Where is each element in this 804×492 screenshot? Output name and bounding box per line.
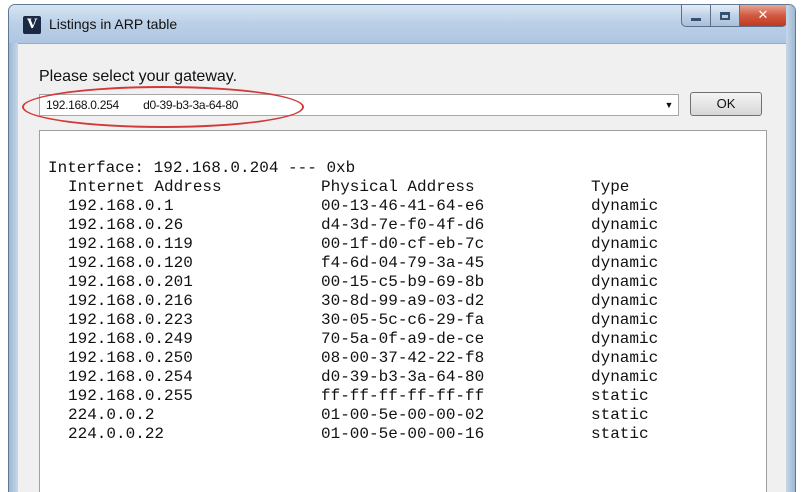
maximize-button[interactable] [710, 5, 739, 27]
app-icon: V [23, 16, 41, 34]
arp-mac: 00-1f-d0-cf-eb-7c [321, 235, 485, 253]
arp-output-box[interactable]: Interface: 192.168.0.204 --- 0xb Interne… [39, 130, 767, 492]
arp-header-row: Internet Address Physical Address Type [48, 178, 711, 197]
arp-row: 192.168.0.249 70-5a-0f-a9-de-ce dynamic [48, 330, 711, 349]
window-title: Listings in ARP table [49, 16, 178, 32]
arp-type: dynamic [591, 292, 659, 310]
gateway-select-value: 192.168.0.254 d0-39-b3-3a-64-80 [46, 98, 239, 112]
arp-mac: 30-8d-99-a9-03-d2 [321, 292, 485, 310]
arp-mac: d4-3d-7e-f0-4f-d6 [321, 216, 485, 234]
arp-row: 192.168.0.216 30-8d-99-a9-03-d2 dynamic [48, 292, 711, 311]
gateway-select[interactable]: 192.168.0.254 d0-39-b3-3a-64-80 ▼ [39, 94, 679, 116]
arp-mac: 00-15-c5-b9-69-8b [321, 273, 485, 291]
minimize-button[interactable] [681, 5, 710, 27]
dialog-client-area: Please select your gateway. 192.168.0.25… [18, 43, 788, 492]
arp-ip: 192.168.0.216 [68, 292, 193, 310]
caption-buttons: ✕ [681, 5, 787, 27]
arp-row: 192.168.0.223 30-05-5c-c6-29-fa dynamic [48, 311, 711, 330]
title-bar[interactable]: V Listings in ARP table ✕ [9, 5, 795, 43]
arp-type: dynamic [591, 311, 659, 329]
minimize-icon [691, 18, 701, 21]
arp-type: dynamic [591, 330, 659, 348]
arp-row: 192.168.0.201 00-15-c5-b9-69-8b dynamic [48, 273, 711, 292]
arp-ip: 192.168.0.249 [68, 330, 193, 348]
header-internet-address: Internet Address [68, 178, 222, 196]
close-icon: ✕ [757, 8, 769, 23]
arp-mac: d0-39-b3-3a-64-80 [321, 368, 485, 386]
arp-ip: 192.168.0.223 [68, 311, 193, 329]
arp-row: 224.0.0.2 01-00-5e-00-00-02 static [48, 406, 711, 425]
screenshot-frame: V Listings in ARP table ✕ Please select … [0, 0, 804, 492]
arp-type: dynamic [591, 216, 659, 234]
arp-row: 192.168.0.254 d0-39-b3-3a-64-80 dynamic [48, 368, 711, 387]
arp-ip: 224.0.0.22 [68, 425, 165, 443]
arp-row: 192.168.0.120 f4-6d-04-79-3a-45 dynamic [48, 254, 711, 273]
arp-ip: 192.168.0.119 [68, 235, 193, 253]
header-physical-address: Physical Address [321, 178, 475, 196]
arp-mac: 00-13-46-41-64-e6 [321, 197, 485, 215]
arp-listing-window: V Listings in ARP table ✕ Please select … [8, 4, 796, 492]
arp-ip: 192.168.0.255 [68, 387, 193, 405]
ok-button[interactable]: OK [690, 92, 762, 116]
arp-type: static [591, 425, 649, 443]
arp-type: dynamic [591, 254, 659, 272]
arp-type: dynamic [591, 368, 659, 386]
arp-row: 192.168.0.250 08-00-37-42-22-f8 dynamic [48, 349, 711, 368]
arp-row: 192.168.0.26 d4-3d-7e-f0-4f-d6 dynamic [48, 216, 711, 235]
arp-ip: 224.0.0.2 [68, 406, 155, 424]
arp-type: dynamic [591, 349, 659, 367]
arp-ip: 192.168.0.250 [68, 349, 193, 367]
arp-row: 192.168.0.119 00-1f-d0-cf-eb-7c dynamic [48, 235, 711, 254]
arp-type: dynamic [591, 273, 659, 291]
arp-mac: ff-ff-ff-ff-ff-ff [321, 387, 485, 405]
arp-ip: 192.168.0.26 [68, 216, 184, 234]
arp-ip: 192.168.0.254 [68, 368, 193, 386]
arp-mac: 01-00-5e-00-00-02 [321, 406, 485, 424]
arp-output-text: Interface: 192.168.0.204 --- 0xb Interne… [48, 159, 711, 444]
arp-row: 192.168.0.255 ff-ff-ff-ff-ff-ff static [48, 387, 711, 406]
arp-ip: 192.168.0.201 [68, 273, 193, 291]
dropdown-arrow-icon[interactable]: ▼ [660, 95, 678, 115]
close-button[interactable]: ✕ [739, 5, 787, 27]
arp-mac: f4-6d-04-79-3a-45 [321, 254, 485, 272]
arp-ip: 192.168.0.1 [68, 197, 174, 215]
arp-type: static [591, 406, 649, 424]
arp-ip: 192.168.0.120 [68, 254, 193, 272]
interface-line: Interface: 192.168.0.204 --- 0xb [48, 159, 356, 177]
header-type: Type [591, 178, 630, 196]
arp-mac: 01-00-5e-00-00-16 [321, 425, 485, 443]
arp-row: 192.168.0.1 00-13-46-41-64-e6 dynamic [48, 197, 711, 216]
arp-type: dynamic [591, 235, 659, 253]
arp-type: dynamic [591, 197, 659, 215]
arp-type: static [591, 387, 649, 405]
arp-row: 224.0.0.22 01-00-5e-00-00-16 static [48, 425, 711, 444]
maximize-icon [720, 11, 730, 20]
arp-mac: 70-5a-0f-a9-de-ce [321, 330, 485, 348]
arp-mac: 08-00-37-42-22-f8 [321, 349, 485, 367]
select-gateway-label: Please select your gateway. [39, 68, 238, 85]
arp-mac: 30-05-5c-c6-29-fa [321, 311, 485, 329]
